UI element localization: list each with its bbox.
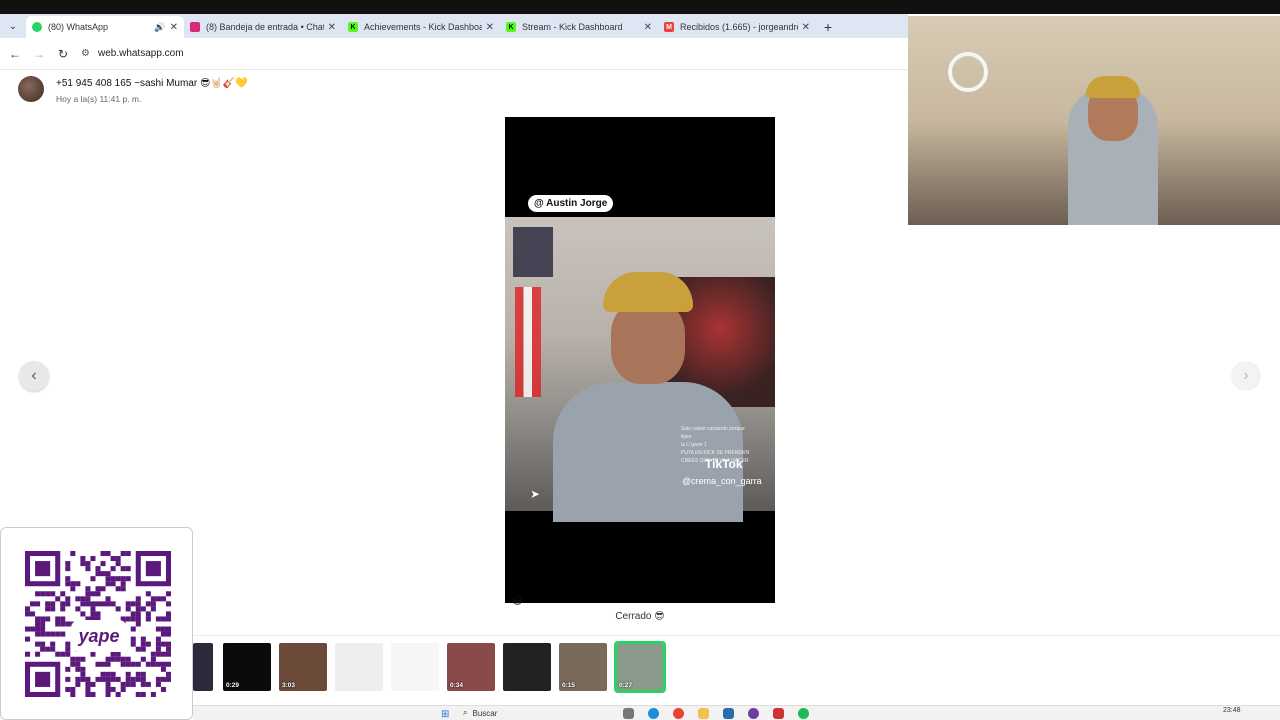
taskbar-clock: 23:48 [1223,707,1241,714]
previous-status-button[interactable]: ‹ [19,361,49,391]
back-icon[interactable]: ← [3,42,27,66]
tiktok-username: @crema_con_garra [682,476,762,486]
next-status-button[interactable]: › [1231,361,1261,391]
close-icon[interactable]: ✕ [802,22,810,33]
status-viewer-header: +51 945 408 165 ~sashi Mumar 😎🤘🏻🎸💛 Hoy a… [18,76,248,104]
status-caption: Cerrado 😎 [615,611,665,622]
status-thumbnail[interactable]: 3:03 [279,643,327,691]
yape-logo: yape [71,620,127,652]
taskbar-search-label: Buscar [472,708,498,718]
taskbar: ⊞ ⌕ Buscar 23:48 [193,705,1280,720]
gmail-icon: M [664,22,674,32]
status-thumbnail[interactable] [503,643,551,691]
status-thumbnail[interactable]: 0:15 [559,643,607,691]
spotify-icon[interactable] [798,708,809,719]
folder-icon[interactable] [698,708,709,719]
yape-qr-overlay: yape [0,527,193,720]
avatar[interactable] [18,76,44,102]
whatsapp-icon [32,22,42,32]
obs-icon[interactable] [748,708,759,719]
tiktok-logo: TikTok [705,457,743,471]
tab-title: (80) WhatsApp [48,22,109,32]
contact-meta: +51 945 408 165 ~sashi Mumar 😎🤘🏻🎸💛 Hoy a… [56,76,248,104]
status-time: Hoy a la(s) 11:41 p. m. [56,94,142,104]
tab-achievements[interactable]: K Achievements - Kick Dashboard ✕ [342,16,500,38]
close-icon[interactable]: ✕ [328,22,336,33]
kick-icon: K [506,22,516,32]
tab-instagram[interactable]: (8) Bandeja de entrada • Chats ✕ [184,16,342,38]
close-icon[interactable]: ✕ [170,22,178,33]
tab-stream[interactable]: K Stream - Kick Dashboard ✕ [500,16,658,38]
webcam-cap [1086,76,1140,98]
edge-icon[interactable] [648,708,659,719]
mention-chip[interactable]: @ Austin Jorge [528,195,614,212]
flag [515,287,541,397]
status-thumbnail[interactable] [193,643,213,691]
search-icon: ⌕ [463,708,468,717]
app-icon[interactable] [773,708,784,719]
webcam-overlay [908,16,1280,225]
speaker-icon[interactable]: 🔊 [154,22,165,33]
reload-icon[interactable]: ↻ [51,42,75,66]
site-info-icon[interactable]: ⚙ [81,48,90,59]
windows-start-icon[interactable]: ⊞ [441,709,449,720]
poster [513,227,553,277]
tab-title: (8) Bandeja de entrada • Chats [206,22,324,32]
tab-whatsapp[interactable]: (80) WhatsApp 🔊 ✕ [26,16,184,38]
address-bar: ← → ↻ ⚙ web.whatsapp.com [0,38,908,70]
taskbar-search[interactable]: ⌕ Buscar [463,707,603,719]
instagram-icon [190,22,200,32]
close-icon[interactable]: ✕ [486,22,494,33]
tab-title: Stream - Kick Dashboard [522,22,623,32]
tab-search-icon[interactable]: ⌄ [0,14,26,38]
url-text: web.whatsapp.com [97,48,184,59]
new-tab-button[interactable]: + [816,16,840,38]
status-thumbnail[interactable]: 0:34 [447,643,495,691]
status-thumbnail-selected[interactable]: 0:27 [614,641,666,693]
tab-title: Achievements - Kick Dashboard [364,22,482,32]
contact-name: +51 945 408 165 ~sashi Mumar 😎🤘🏻🎸💛 [56,78,248,89]
tab-bar: ⌄ (80) WhatsApp 🔊 ✕ (8) Bandeja de entra… [0,14,908,38]
forward-icon[interactable]: → [27,42,51,66]
chrome-icon[interactable] [673,708,684,719]
status-thumbnail[interactable] [391,643,439,691]
mouse-cursor-icon: ➤ [530,487,541,501]
url-field[interactable]: ⚙ web.whatsapp.com [81,48,184,59]
status-thumbnail-strip: 0:29 3:03 0:34 0:15 0:27 [193,635,1280,705]
ring-light [948,52,988,92]
status-thumbnail[interactable]: 0:29 [223,643,271,691]
tab-title: Recibidos (1.665) - jorgeandres [680,22,798,32]
top-strip [0,0,1280,14]
status-thumbnail[interactable] [335,643,383,691]
file-explorer-icon[interactable] [623,708,634,719]
kick-icon: K [348,22,358,32]
store-icon[interactable] [723,708,734,719]
taskbar-apps [623,708,809,719]
close-icon[interactable]: ✕ [644,22,652,33]
tab-gmail[interactable]: M Recibidos (1.665) - jorgeandres ✕ [658,16,816,38]
media-video[interactable]: @ Austin Jorge Sale calate cantando porq… [505,117,775,603]
reaction-emoji[interactable]: 😂 [511,594,524,607]
